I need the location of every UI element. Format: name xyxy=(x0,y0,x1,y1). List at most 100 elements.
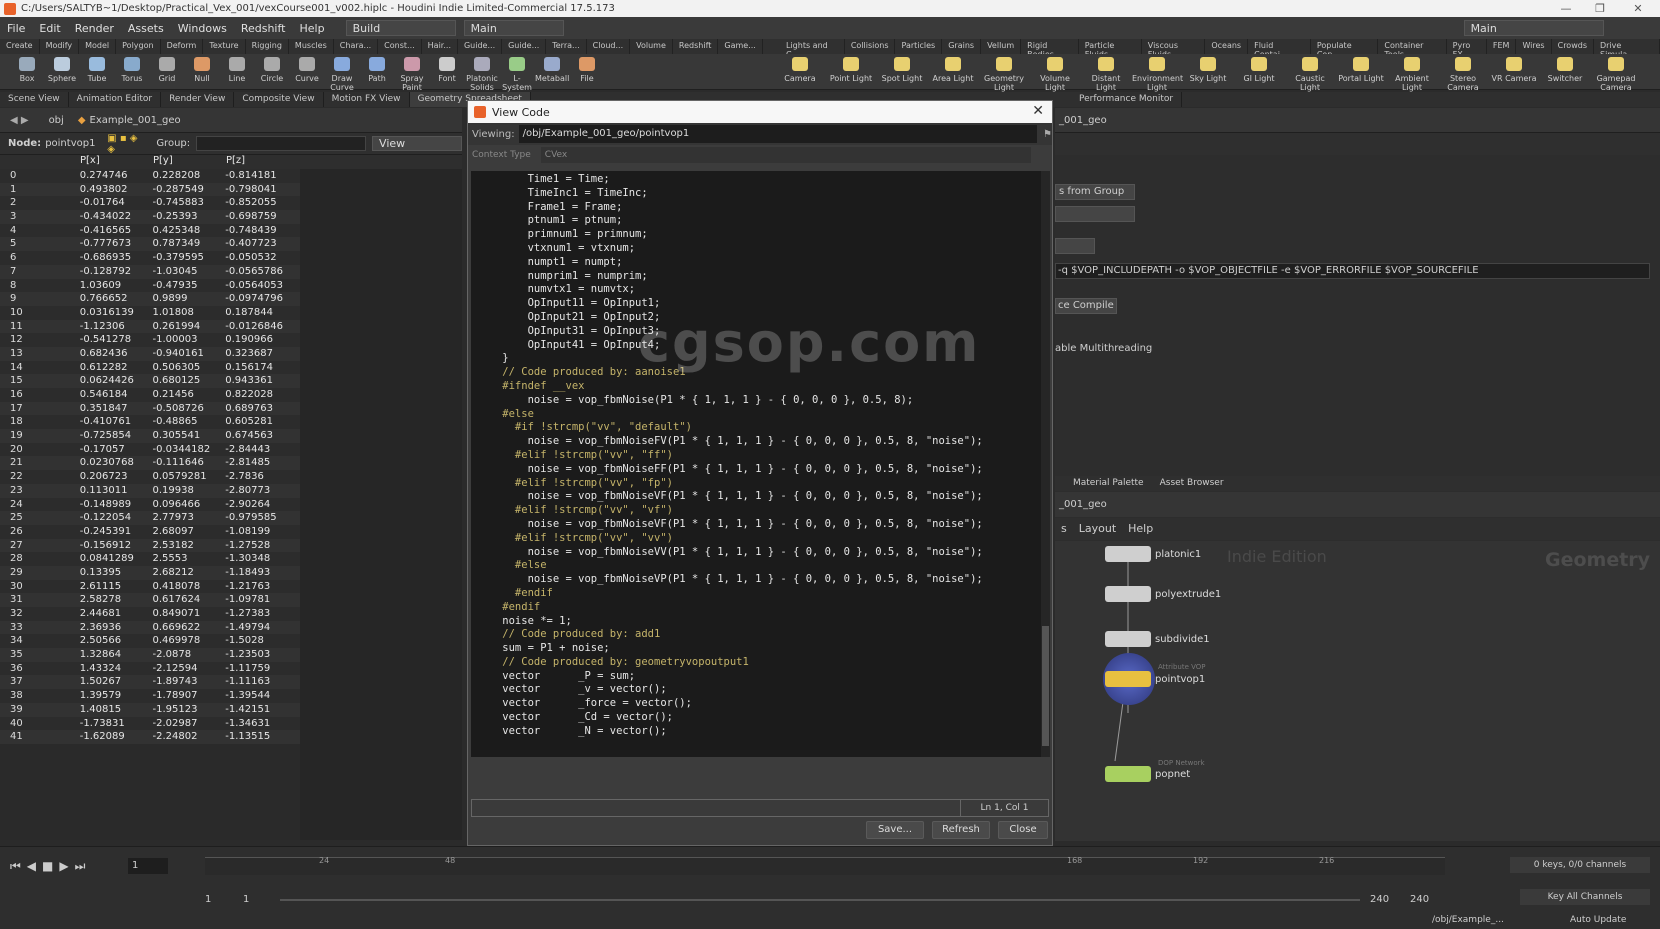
node-subdivide1[interactable]: subdivide1 xyxy=(1105,631,1210,647)
tool-path[interactable]: Path xyxy=(360,57,394,83)
shelf-tab-3[interactable]: Grains xyxy=(942,39,982,54)
table-row[interactable]: 2 -0.01764 -0.745883 -0.852055 xyxy=(0,196,300,211)
table-row[interactable]: 5 -0.777673 0.787349 -0.407723 xyxy=(0,237,300,252)
start-frame-2[interactable]: 1 xyxy=(243,894,249,905)
start-frame[interactable]: 1 xyxy=(205,894,211,905)
shelf-tab-12[interactable]: Guide... xyxy=(502,39,547,54)
tool-file[interactable]: File xyxy=(570,57,604,83)
table-row[interactable]: 24 -0.148989 0.096466 -2.90264 xyxy=(0,497,300,512)
tool-sphere[interactable]: Sphere xyxy=(45,57,79,83)
scrollbar-thumb[interactable] xyxy=(1042,626,1049,746)
network-editor[interactable]: Indie Edition Geometry platonic1 polyext… xyxy=(1055,541,1660,841)
obj-path-status[interactable]: /obj/Example_... xyxy=(1432,915,1504,925)
network-menu-tools[interactable]: s xyxy=(1055,518,1073,540)
table-row[interactable]: 0 0.274746 0.228208 -0.814181 xyxy=(0,169,300,183)
shelf-tab-8[interactable]: Chara... xyxy=(334,39,379,54)
table-row[interactable]: 11 -1.12306 0.261994 -0.0126846 xyxy=(0,319,300,334)
tool-draw-curve[interactable]: Draw Curve xyxy=(325,57,359,92)
table-row[interactable]: 28 0.0841289 2.5553 -1.30348 xyxy=(0,552,300,566)
shelf-tab-15[interactable]: Volume xyxy=(630,39,673,54)
shelf-tab-8[interactable]: Oceans xyxy=(1205,39,1249,54)
key-all-channels-button[interactable]: Key All Channels xyxy=(1520,889,1650,905)
table-row[interactable]: 22 0.206723 0.0579281 -2.7836 xyxy=(0,470,300,484)
shelf-tab-10[interactable]: Populate Con... xyxy=(1311,39,1379,54)
table-row[interactable]: 15 0.0624426 0.680125 0.943361 xyxy=(0,374,300,388)
tool-platonic-solids[interactable]: Platonic Solids xyxy=(465,57,499,92)
tool-switcher[interactable]: Switcher xyxy=(1540,57,1590,83)
tool-area-light[interactable]: Area Light xyxy=(928,57,978,83)
tool-camera[interactable]: Camera xyxy=(775,57,825,83)
tool-line[interactable]: Line xyxy=(220,57,254,83)
menu-help[interactable]: Help xyxy=(292,22,331,35)
table-row[interactable]: 41 -1.62089 -2.24802 -1.13515 xyxy=(0,730,300,744)
table-row[interactable]: 3 -0.434022 -0.25393 -0.698759 xyxy=(0,210,300,224)
shelf-tab-11[interactable]: Guide... xyxy=(458,39,503,54)
save-button[interactable]: Save... xyxy=(866,821,924,839)
table-row[interactable]: 29 0.13395 2.68212 -1.18493 xyxy=(0,565,300,580)
pin-icon[interactable]: ⚑ xyxy=(1043,129,1052,140)
tab-material-palette[interactable]: Material Palette xyxy=(1065,476,1152,491)
refresh-button[interactable]: Refresh xyxy=(932,821,990,839)
network-menu-layout[interactable]: Layout xyxy=(1073,518,1122,540)
path-obj[interactable]: obj xyxy=(49,115,64,126)
table-row[interactable]: 21 0.0230768 -0.111646 -2.81485 xyxy=(0,456,300,471)
code-view[interactable]: Time1 = Time; TimeInc1 = TimeInc; Frame1… xyxy=(471,171,1041,757)
tool-tube[interactable]: Tube xyxy=(80,57,114,83)
table-row[interactable]: 39 1.40815 -1.95123 -1.42151 xyxy=(0,702,300,717)
table-row[interactable]: 17 0.351847 -0.508726 0.689763 xyxy=(0,401,300,416)
tool-gi-light[interactable]: GI Light xyxy=(1234,57,1284,83)
desktop-select[interactable]: Build xyxy=(345,20,456,36)
tool-ambient-light[interactable]: Ambient Light xyxy=(1387,57,1437,92)
table-row[interactable]: 40 -1.73831 -2.02987 -1.34631 xyxy=(0,716,300,731)
param-geo-path[interactable]: _001_geo xyxy=(1059,115,1107,126)
table-row[interactable]: 13 0.682436 -0.940161 0.323687 xyxy=(0,346,300,361)
tool-spot-light[interactable]: Spot Light xyxy=(877,57,927,83)
back-icon[interactable]: ◀ ▶ xyxy=(10,115,29,126)
close-icon[interactable]: ✕ xyxy=(1032,103,1044,119)
tool-volume-light[interactable]: Volume Light xyxy=(1030,57,1080,92)
close-button[interactable]: Close xyxy=(998,821,1048,839)
menu-render[interactable]: Render xyxy=(68,22,121,35)
tab-render-view[interactable]: Render View xyxy=(161,92,235,107)
param-select-2[interactable] xyxy=(1055,206,1135,222)
table-row[interactable]: 30 2.61115 0.418078 -1.21763 xyxy=(0,579,300,594)
table-row[interactable]: 27 -0.156912 2.53182 -1.27528 xyxy=(0,538,300,553)
shelf-tab-4[interactable]: Deform xyxy=(161,39,204,54)
tool-torus[interactable]: Torus xyxy=(115,57,149,83)
tab-asset-browser[interactable]: Asset Browser xyxy=(1152,476,1232,491)
auto-update-select[interactable]: Auto Update xyxy=(1570,915,1626,925)
network-menu-help[interactable]: Help xyxy=(1122,518,1159,540)
table-row[interactable]: 32 2.44681 0.849071 -1.27383 xyxy=(0,607,300,621)
shelf-tab-3[interactable]: Polygon xyxy=(116,39,161,54)
tool-metaball[interactable]: Metaball xyxy=(535,57,569,83)
force-compile-button[interactable]: ce Compile xyxy=(1055,298,1117,314)
shelf-tab-5[interactable]: Texture xyxy=(203,39,246,54)
context-select[interactable]: CVex xyxy=(540,147,1031,163)
network-geo-path[interactable]: _001_geo xyxy=(1059,499,1107,510)
shelf-tab-13[interactable]: FEM xyxy=(1487,39,1517,54)
shelf-tab-1[interactable]: Collisions xyxy=(845,39,896,54)
shelf-tab-10[interactable]: Hair... xyxy=(422,39,458,54)
shelf-tab-6[interactable]: Rigging xyxy=(246,39,289,54)
shelf-tab-6[interactable]: Particle Fluids xyxy=(1079,39,1142,54)
menu-edit[interactable]: Edit xyxy=(32,22,67,35)
compile-command-field[interactable]: -q $VOP_INCLUDEPATH -o $VOP_OBJECTFILE -… xyxy=(1055,263,1650,279)
multithreading-toggle[interactable]: able Multithreading xyxy=(1055,343,1152,354)
shelf-tab-15[interactable]: Crowds xyxy=(1552,39,1594,54)
shelf-tab-4[interactable]: Vellum xyxy=(981,39,1022,54)
col-header-py[interactable]: P[y] xyxy=(153,155,226,169)
table-row[interactable]: 9 0.766652 0.9899 -0.0974796 xyxy=(0,292,300,306)
menu-file[interactable]: File xyxy=(0,22,32,35)
main-right-select[interactable]: Main xyxy=(1463,20,1604,36)
main-select[interactable]: Main xyxy=(463,20,564,36)
table-row[interactable]: 25 -0.122054 2.77973 -0.979585 xyxy=(0,511,300,525)
tool-vr-camera[interactable]: VR Camera xyxy=(1489,57,1539,83)
end-frame[interactable]: 240 xyxy=(1370,894,1389,905)
frame-ruler[interactable]: 24 48 168 192 216 xyxy=(205,856,1445,875)
filter-icon[interactable]: ▣ ▪ ◈ ◈ xyxy=(107,133,148,155)
table-row[interactable]: 7 -0.128792 -1.03045 -0.0565786 xyxy=(0,264,300,279)
shelf-tab-7[interactable]: Viscous Fluids xyxy=(1142,39,1206,54)
shelf-tab-17[interactable]: Game... xyxy=(718,39,763,54)
shelf-tab-1[interactable]: Modify xyxy=(40,39,80,54)
view-select[interactable]: View xyxy=(372,136,462,151)
